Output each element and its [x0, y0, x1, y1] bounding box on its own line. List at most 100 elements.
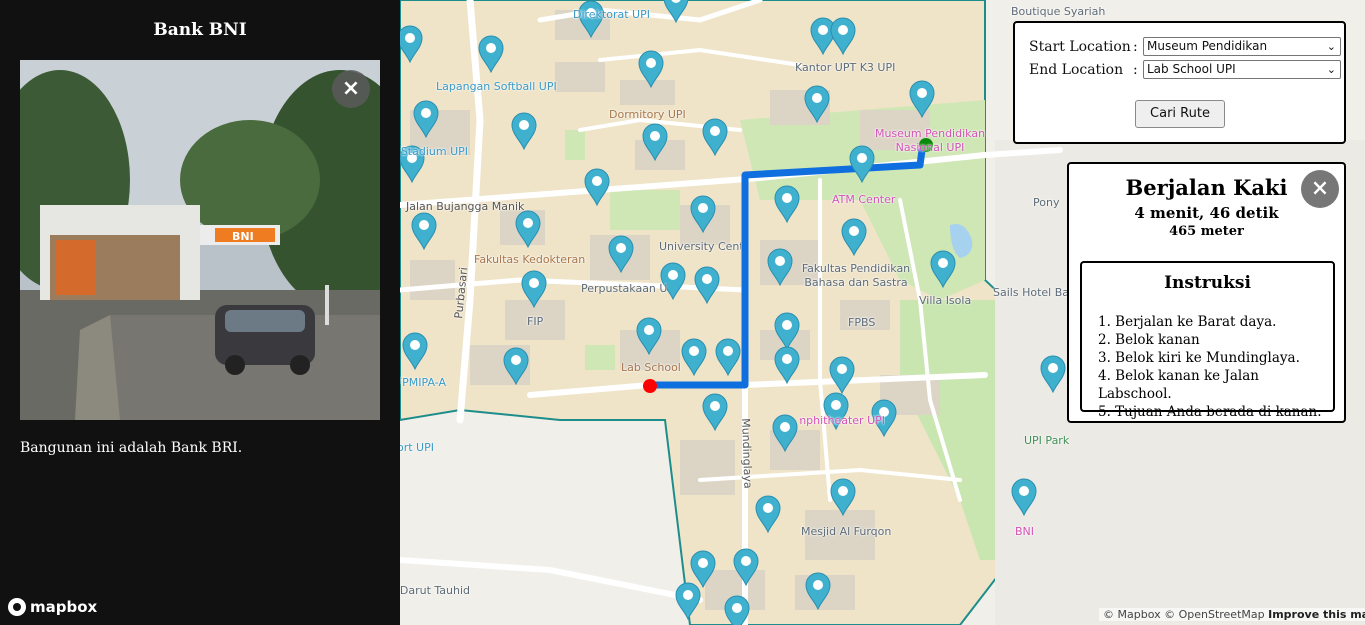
map-pin-icon[interactable]	[829, 17, 857, 55]
search-route-button[interactable]: Cari Rute	[1135, 100, 1225, 128]
map-pin-icon[interactable]	[701, 393, 729, 431]
photo-sign-text: BNI	[232, 230, 254, 243]
label-direktorat: Direktorat UPI	[573, 8, 650, 21]
map-pin-icon[interactable]	[773, 185, 801, 223]
map-pin-icon[interactable]	[641, 123, 669, 161]
map-pin-icon[interactable]	[908, 80, 936, 118]
map-pin-icon[interactable]	[693, 266, 721, 304]
map-pin-icon[interactable]	[662, 0, 690, 23]
label-museum: Museum Pendidikan Nasional UPI	[874, 127, 986, 154]
start-location-select[interactable]: Museum Pendidikan ⌄	[1143, 37, 1341, 56]
chevron-down-icon: ⌄	[1326, 40, 1336, 53]
end-colon: :	[1133, 61, 1138, 78]
map-pin-icon[interactable]	[754, 495, 782, 533]
map-pin-icon[interactable]	[502, 347, 530, 385]
travel-duration: 4 menit, 46 detik	[1134, 204, 1279, 222]
map-pin-icon[interactable]	[1010, 478, 1038, 516]
label-amphitheater: Amphitheater UPI	[800, 414, 885, 427]
instruction-item: 5. Tujuan Anda berada di kanan.	[1098, 404, 1322, 420]
travel-distance: 465 meter	[1169, 224, 1244, 239]
end-location-row: End Location : Lab School UPI ⌄	[1029, 60, 1341, 79]
map-pin-icon[interactable]	[514, 210, 542, 248]
label-pony: Pony	[1033, 196, 1060, 209]
map-pin-icon[interactable]	[929, 250, 957, 288]
map-pin-icon[interactable]	[635, 317, 663, 355]
end-location-select[interactable]: Lab School UPI ⌄	[1143, 60, 1341, 79]
map-pin-icon[interactable]	[396, 25, 424, 63]
building-photo: BNI	[20, 60, 380, 420]
start-location-row: Start Location : Museum Pendidikan ⌄	[1029, 37, 1341, 56]
map-pin-icon[interactable]	[723, 595, 751, 625]
sidebar-title: Bank BNI	[153, 20, 247, 40]
map-pin-icon[interactable]	[680, 338, 708, 376]
end-location-value: Lab School UPI	[1147, 62, 1236, 76]
label-mundinglaya: Mundinglaya	[739, 418, 755, 489]
map-pin-icon[interactable]	[714, 338, 742, 376]
label-stadium: Stadium UPI	[400, 145, 468, 158]
photo-close-button[interactable]: ×	[332, 70, 370, 108]
map-pin-icon[interactable]	[803, 85, 831, 123]
instruction-item: 1. Berjalan ke Barat daya.	[1098, 314, 1277, 330]
label-lab-school: Lab School	[621, 361, 681, 374]
label-villa-isola: Villa Isola	[919, 294, 972, 307]
instruction-item: 2. Belok kanan	[1098, 332, 1200, 348]
map-pin-icon[interactable]	[1039, 355, 1067, 393]
label-fpbs: FPBS	[848, 316, 876, 329]
info-sidebar: Bank BNI BNI × Bangunan ini adalah Bank …	[0, 0, 400, 625]
map-pin-icon[interactable]	[771, 414, 799, 452]
map-pin-icon[interactable]	[829, 478, 857, 516]
map-pin-icon[interactable]	[410, 212, 438, 250]
start-colon: :	[1133, 38, 1138, 55]
instructions-list: 1. Berjalan ke Barat daya. 2. Belok kana…	[1098, 313, 1333, 421]
label-sails-hotel: Sails Hotel Ba	[993, 286, 1069, 299]
label-fakultas-kedokteran: Fakultas Kedokteran	[474, 253, 586, 266]
directions-panel: Berjalan Kaki 4 menit, 46 detik 465 mete…	[1067, 162, 1346, 423]
route-form: Start Location : Museum Pendidikan ⌄ End…	[1013, 21, 1346, 144]
instructions-title: Instruksi	[1164, 273, 1251, 293]
chevron-down-icon: ⌄	[1326, 63, 1336, 76]
end-location-label: End Location	[1029, 61, 1124, 78]
map-pin-icon[interactable]	[732, 548, 760, 586]
map-pin-icon[interactable]	[607, 235, 635, 273]
map-pin-icon[interactable]	[520, 270, 548, 308]
label-bni: BNI	[1015, 525, 1035, 538]
label-fip: FIP	[527, 315, 544, 328]
label-fpmipa: FPMIPA-A	[400, 376, 446, 389]
label-university-center: University Center	[659, 240, 741, 253]
label-fpbs-full: Fakultas Pendidikan Bahasa dan Sastra	[801, 262, 911, 289]
map-pin-icon[interactable]	[804, 572, 832, 610]
label-kantor-upt: Kantor UPT K3 UPI	[795, 61, 896, 74]
map-pin-icon[interactable]	[689, 195, 717, 233]
label-upi-park: UPI Park	[1024, 434, 1070, 447]
instruction-item: 3. Belok kiri ke Mundinglaya.	[1098, 350, 1300, 366]
instructions-box: Instruksi 1. Berjalan ke Barat daya. 2. …	[1080, 261, 1335, 420]
map-pin-icon[interactable]	[773, 312, 801, 350]
map-pin-icon[interactable]	[674, 582, 702, 620]
label-lapangan-softball: Lapangan Softball UPI	[436, 80, 557, 93]
mapbox-icon	[8, 598, 26, 616]
map-pin-icon[interactable]	[510, 112, 538, 150]
mapbox-logo[interactable]: mapbox	[8, 598, 97, 616]
improve-map-link[interactable]: Improve this map	[1268, 608, 1365, 621]
directions-close-button[interactable]: ×	[1301, 170, 1339, 208]
attribution-text[interactable]: © Mapbox © OpenStreetMap	[1103, 608, 1265, 621]
label-boutique: Boutique Syariah	[1011, 5, 1106, 18]
map-attribution: © Mapbox © OpenStreetMap Improve this ma…	[1099, 608, 1365, 621]
map-pin-icon[interactable]	[828, 356, 856, 394]
map-pin-icon[interactable]	[477, 35, 505, 73]
map-pin-icon[interactable]	[412, 100, 440, 138]
sidebar-description: Bangunan ini adalah Bank BRI.	[20, 440, 243, 456]
map-pin-icon[interactable]	[773, 346, 801, 384]
map-pin-icon[interactable]	[583, 168, 611, 206]
map-pin-icon[interactable]	[401, 332, 429, 370]
label-dormitory: Dormitory UPI	[609, 108, 686, 121]
start-location-value: Museum Pendidikan	[1147, 39, 1268, 53]
map-pin-icon[interactable]	[840, 218, 868, 256]
map-pin-icon[interactable]	[637, 50, 665, 88]
start-location-label: Start Location	[1029, 38, 1131, 55]
label-jalan-bujangga: Jalan Bujangga Manik	[406, 200, 525, 213]
label-atm-center: ATM Center	[832, 193, 896, 206]
label-sport-upi: Sport UPI	[400, 441, 434, 454]
map-pin-icon[interactable]	[766, 248, 794, 286]
map-pin-icon[interactable]	[701, 118, 729, 156]
